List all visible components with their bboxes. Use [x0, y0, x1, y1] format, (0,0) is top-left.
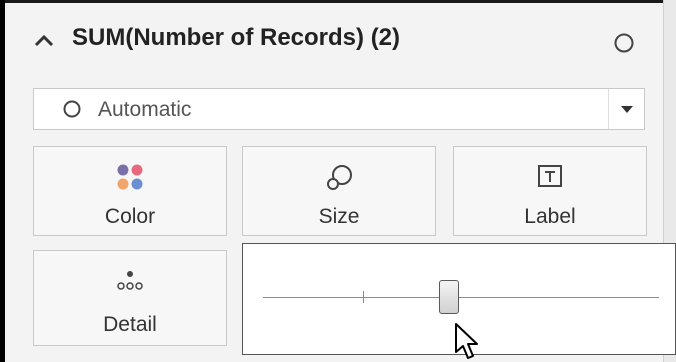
text-box-icon	[538, 165, 562, 187]
marks-card-title: SUM(Number of Records) (2)	[72, 24, 401, 51]
slider-track[interactable]	[263, 297, 659, 298]
mark-type-value: Automatic	[98, 98, 192, 121]
size-label: Size	[318, 205, 360, 228]
mark-type-dropdown[interactable]: Automatic	[33, 88, 645, 130]
detail-dots-icon	[117, 271, 143, 290]
size-icon	[327, 165, 352, 190]
marks-card: SUM(Number of Records) (2) Automatic Col…	[0, 0, 676, 362]
color-button[interactable]: Color	[33, 146, 227, 236]
circle-mark-icon	[63, 100, 81, 118]
color-label: Color	[104, 205, 156, 228]
slider-thumb[interactable]	[439, 280, 460, 314]
caret-down-icon	[621, 106, 633, 113]
label-label: Label	[524, 205, 576, 228]
color-dots-icon	[117, 164, 143, 190]
circle-icon[interactable]	[613, 32, 635, 54]
detail-button[interactable]: Detail	[33, 250, 227, 346]
mouse-cursor-icon	[455, 323, 478, 359]
label-button[interactable]: Label	[453, 146, 647, 236]
dropdown-arrow[interactable]	[608, 89, 644, 129]
chevron-up-icon[interactable]	[30, 28, 58, 52]
detail-label: Detail	[103, 313, 157, 336]
size-button[interactable]: Size	[242, 146, 436, 236]
slider-default-tick	[363, 291, 364, 303]
